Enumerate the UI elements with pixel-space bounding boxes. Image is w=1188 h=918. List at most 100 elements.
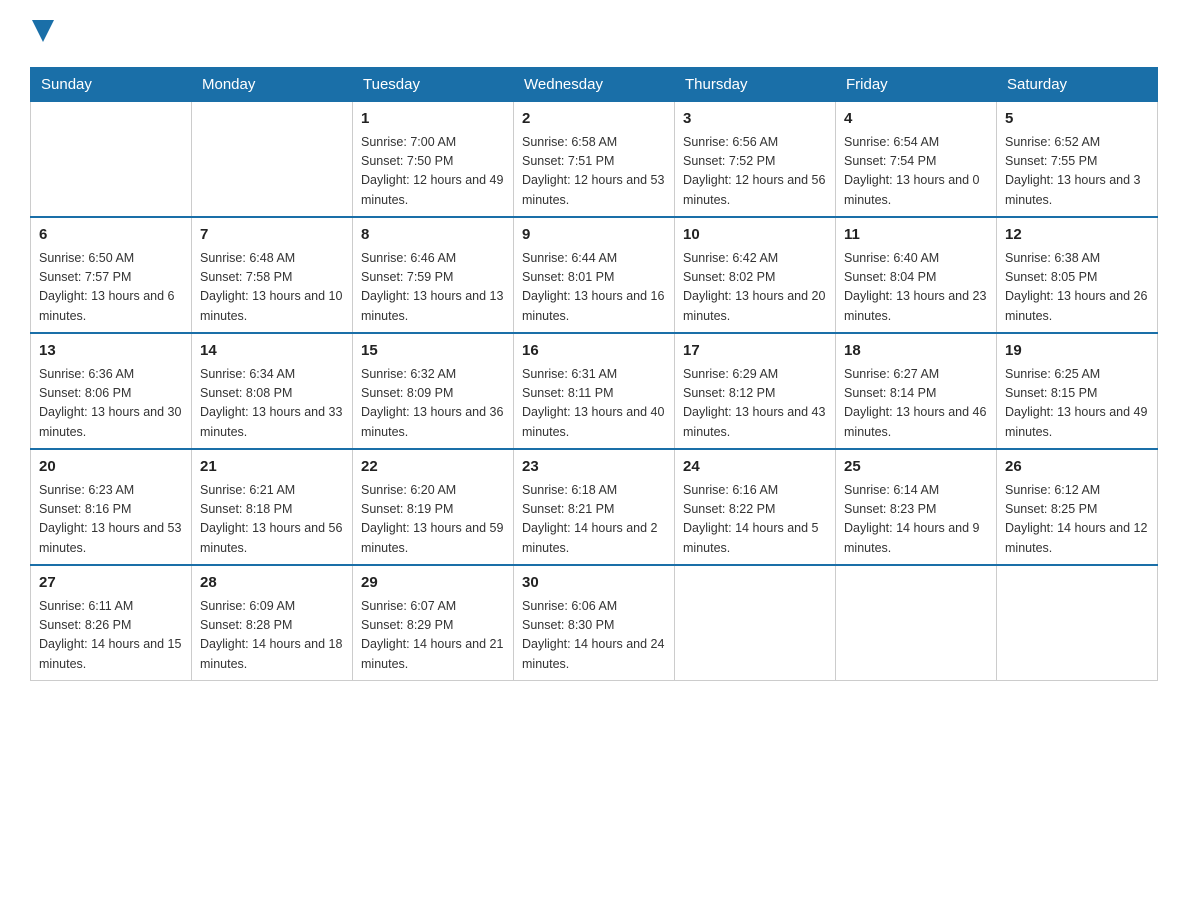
day-number: 6 <box>39 224 183 247</box>
day-number: 1 <box>361 108 505 131</box>
day-info: Sunrise: 6:18 AMSunset: 8:21 PMDaylight:… <box>522 481 666 559</box>
day-number: 19 <box>1005 340 1149 363</box>
calendar-cell: 18Sunrise: 6:27 AMSunset: 8:14 PMDayligh… <box>836 333 997 449</box>
day-info: Sunrise: 6:52 AMSunset: 7:55 PMDaylight:… <box>1005 133 1149 211</box>
calendar-cell: 28Sunrise: 6:09 AMSunset: 8:28 PMDayligh… <box>192 565 353 681</box>
calendar-cell: 5Sunrise: 6:52 AMSunset: 7:55 PMDaylight… <box>997 102 1158 218</box>
day-info: Sunrise: 6:21 AMSunset: 8:18 PMDaylight:… <box>200 481 344 559</box>
calendar-cell: 25Sunrise: 6:14 AMSunset: 8:23 PMDayligh… <box>836 449 997 565</box>
calendar-week-row: 6Sunrise: 6:50 AMSunset: 7:57 PMDaylight… <box>31 217 1158 333</box>
weekday-header-row: SundayMondayTuesdayWednesdayThursdayFrid… <box>31 68 1158 102</box>
calendar-week-row: 13Sunrise: 6:36 AMSunset: 8:06 PMDayligh… <box>31 333 1158 449</box>
calendar-week-row: 1Sunrise: 7:00 AMSunset: 7:50 PMDaylight… <box>31 102 1158 218</box>
calendar-cell <box>675 565 836 681</box>
calendar-cell: 4Sunrise: 6:54 AMSunset: 7:54 PMDaylight… <box>836 102 997 218</box>
day-info: Sunrise: 6:25 AMSunset: 8:15 PMDaylight:… <box>1005 365 1149 443</box>
calendar-cell: 1Sunrise: 7:00 AMSunset: 7:50 PMDaylight… <box>353 102 514 218</box>
calendar-cell: 29Sunrise: 6:07 AMSunset: 8:29 PMDayligh… <box>353 565 514 681</box>
day-number: 5 <box>1005 108 1149 131</box>
day-info: Sunrise: 6:48 AMSunset: 7:58 PMDaylight:… <box>200 249 344 327</box>
weekday-header-tuesday: Tuesday <box>353 68 514 102</box>
day-number: 8 <box>361 224 505 247</box>
day-number: 24 <box>683 456 827 479</box>
day-number: 21 <box>200 456 344 479</box>
day-number: 13 <box>39 340 183 363</box>
calendar-cell: 21Sunrise: 6:21 AMSunset: 8:18 PMDayligh… <box>192 449 353 565</box>
day-number: 14 <box>200 340 344 363</box>
calendar-cell: 3Sunrise: 6:56 AMSunset: 7:52 PMDaylight… <box>675 102 836 218</box>
day-info: Sunrise: 6:36 AMSunset: 8:06 PMDaylight:… <box>39 365 183 443</box>
day-info: Sunrise: 6:38 AMSunset: 8:05 PMDaylight:… <box>1005 249 1149 327</box>
calendar-cell: 14Sunrise: 6:34 AMSunset: 8:08 PMDayligh… <box>192 333 353 449</box>
calendar-cell: 20Sunrise: 6:23 AMSunset: 8:16 PMDayligh… <box>31 449 192 565</box>
calendar-week-row: 20Sunrise: 6:23 AMSunset: 8:16 PMDayligh… <box>31 449 1158 565</box>
day-number: 30 <box>522 572 666 595</box>
day-info: Sunrise: 6:27 AMSunset: 8:14 PMDaylight:… <box>844 365 988 443</box>
day-number: 20 <box>39 456 183 479</box>
day-info: Sunrise: 6:06 AMSunset: 8:30 PMDaylight:… <box>522 597 666 675</box>
calendar-cell: 24Sunrise: 6:16 AMSunset: 8:22 PMDayligh… <box>675 449 836 565</box>
calendar-cell: 12Sunrise: 6:38 AMSunset: 8:05 PMDayligh… <box>997 217 1158 333</box>
calendar-cell: 23Sunrise: 6:18 AMSunset: 8:21 PMDayligh… <box>514 449 675 565</box>
day-number: 23 <box>522 456 666 479</box>
day-number: 25 <box>844 456 988 479</box>
day-info: Sunrise: 6:40 AMSunset: 8:04 PMDaylight:… <box>844 249 988 327</box>
day-info: Sunrise: 6:12 AMSunset: 8:25 PMDaylight:… <box>1005 481 1149 559</box>
calendar-cell: 27Sunrise: 6:11 AMSunset: 8:26 PMDayligh… <box>31 565 192 681</box>
day-number: 11 <box>844 224 988 247</box>
day-number: 3 <box>683 108 827 131</box>
day-info: Sunrise: 6:42 AMSunset: 8:02 PMDaylight:… <box>683 249 827 327</box>
logo <box>30 20 54 47</box>
day-number: 22 <box>361 456 505 479</box>
day-number: 28 <box>200 572 344 595</box>
weekday-header-wednesday: Wednesday <box>514 68 675 102</box>
calendar-cell: 7Sunrise: 6:48 AMSunset: 7:58 PMDaylight… <box>192 217 353 333</box>
weekday-header-sunday: Sunday <box>31 68 192 102</box>
day-info: Sunrise: 6:14 AMSunset: 8:23 PMDaylight:… <box>844 481 988 559</box>
day-info: Sunrise: 6:54 AMSunset: 7:54 PMDaylight:… <box>844 133 988 211</box>
day-number: 15 <box>361 340 505 363</box>
day-number: 9 <box>522 224 666 247</box>
logo-triangle-icon <box>32 20 54 42</box>
day-info: Sunrise: 6:34 AMSunset: 8:08 PMDaylight:… <box>200 365 344 443</box>
calendar-cell: 10Sunrise: 6:42 AMSunset: 8:02 PMDayligh… <box>675 217 836 333</box>
calendar-cell <box>192 102 353 218</box>
day-info: Sunrise: 6:58 AMSunset: 7:51 PMDaylight:… <box>522 133 666 211</box>
calendar-cell: 2Sunrise: 6:58 AMSunset: 7:51 PMDaylight… <box>514 102 675 218</box>
calendar-cell: 9Sunrise: 6:44 AMSunset: 8:01 PMDaylight… <box>514 217 675 333</box>
calendar-week-row: 27Sunrise: 6:11 AMSunset: 8:26 PMDayligh… <box>31 565 1158 681</box>
day-info: Sunrise: 6:07 AMSunset: 8:29 PMDaylight:… <box>361 597 505 675</box>
day-info: Sunrise: 6:50 AMSunset: 7:57 PMDaylight:… <box>39 249 183 327</box>
day-number: 7 <box>200 224 344 247</box>
day-info: Sunrise: 6:46 AMSunset: 7:59 PMDaylight:… <box>361 249 505 327</box>
day-number: 18 <box>844 340 988 363</box>
calendar-table: SundayMondayTuesdayWednesdayThursdayFrid… <box>30 67 1158 681</box>
calendar-cell <box>836 565 997 681</box>
calendar-cell: 30Sunrise: 6:06 AMSunset: 8:30 PMDayligh… <box>514 565 675 681</box>
day-info: Sunrise: 6:32 AMSunset: 8:09 PMDaylight:… <box>361 365 505 443</box>
day-info: Sunrise: 6:20 AMSunset: 8:19 PMDaylight:… <box>361 481 505 559</box>
day-number: 4 <box>844 108 988 131</box>
day-number: 27 <box>39 572 183 595</box>
day-number: 16 <box>522 340 666 363</box>
day-number: 2 <box>522 108 666 131</box>
day-number: 17 <box>683 340 827 363</box>
weekday-header-thursday: Thursday <box>675 68 836 102</box>
day-info: Sunrise: 6:11 AMSunset: 8:26 PMDaylight:… <box>39 597 183 675</box>
calendar-cell <box>997 565 1158 681</box>
weekday-header-monday: Monday <box>192 68 353 102</box>
day-info: Sunrise: 7:00 AMSunset: 7:50 PMDaylight:… <box>361 133 505 211</box>
day-info: Sunrise: 6:09 AMSunset: 8:28 PMDaylight:… <box>200 597 344 675</box>
day-info: Sunrise: 6:29 AMSunset: 8:12 PMDaylight:… <box>683 365 827 443</box>
weekday-header-friday: Friday <box>836 68 997 102</box>
day-info: Sunrise: 6:44 AMSunset: 8:01 PMDaylight:… <box>522 249 666 327</box>
calendar-cell: 8Sunrise: 6:46 AMSunset: 7:59 PMDaylight… <box>353 217 514 333</box>
calendar-cell: 19Sunrise: 6:25 AMSunset: 8:15 PMDayligh… <box>997 333 1158 449</box>
calendar-cell <box>31 102 192 218</box>
day-info: Sunrise: 6:16 AMSunset: 8:22 PMDaylight:… <box>683 481 827 559</box>
calendar-cell: 16Sunrise: 6:31 AMSunset: 8:11 PMDayligh… <box>514 333 675 449</box>
calendar-cell: 22Sunrise: 6:20 AMSunset: 8:19 PMDayligh… <box>353 449 514 565</box>
day-number: 26 <box>1005 456 1149 479</box>
calendar-cell: 15Sunrise: 6:32 AMSunset: 8:09 PMDayligh… <box>353 333 514 449</box>
day-number: 29 <box>361 572 505 595</box>
